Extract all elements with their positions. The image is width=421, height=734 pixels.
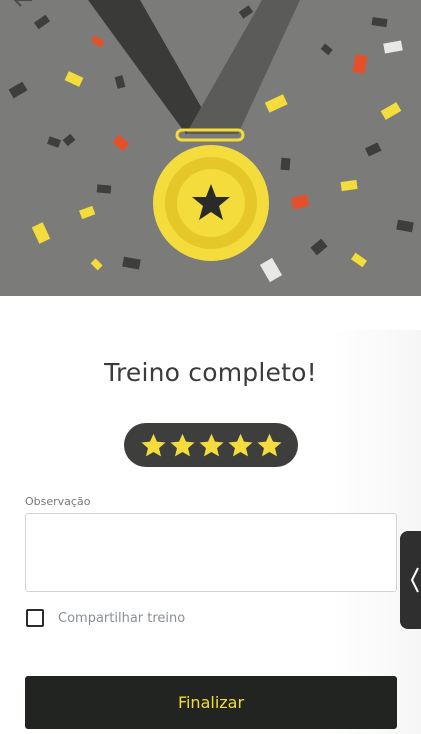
- arrow-left-icon: [13, 0, 32, 7]
- star-icon[interactable]: [256, 432, 283, 459]
- star-icon[interactable]: [140, 432, 167, 459]
- chevron-left-icon: [410, 567, 419, 593]
- star-icon[interactable]: [169, 432, 196, 459]
- observation-label: Observação: [25, 495, 91, 508]
- ribbon-right: [186, 0, 300, 134]
- share-label: Compartilhar treino: [58, 610, 186, 626]
- star-icon[interactable]: [227, 432, 254, 459]
- rating-stars[interactable]: [124, 423, 298, 467]
- share-checkbox[interactable]: [26, 609, 44, 627]
- finish-button[interactable]: Finalizar: [25, 676, 397, 729]
- hero-illustration: [0, 0, 421, 296]
- medal-illustration: [8, 0, 414, 283]
- observation-input[interactable]: [25, 513, 397, 592]
- ribbon-left: [88, 0, 212, 134]
- star-icon[interactable]: [198, 432, 225, 459]
- side-panel-handle[interactable]: [400, 531, 421, 629]
- page-title: Treino completo!: [104, 358, 317, 387]
- medal-hanger: [175, 128, 245, 142]
- back-button[interactable]: [12, 0, 40, 16]
- share-checkbox-row[interactable]: Compartilhar treino: [26, 609, 185, 627]
